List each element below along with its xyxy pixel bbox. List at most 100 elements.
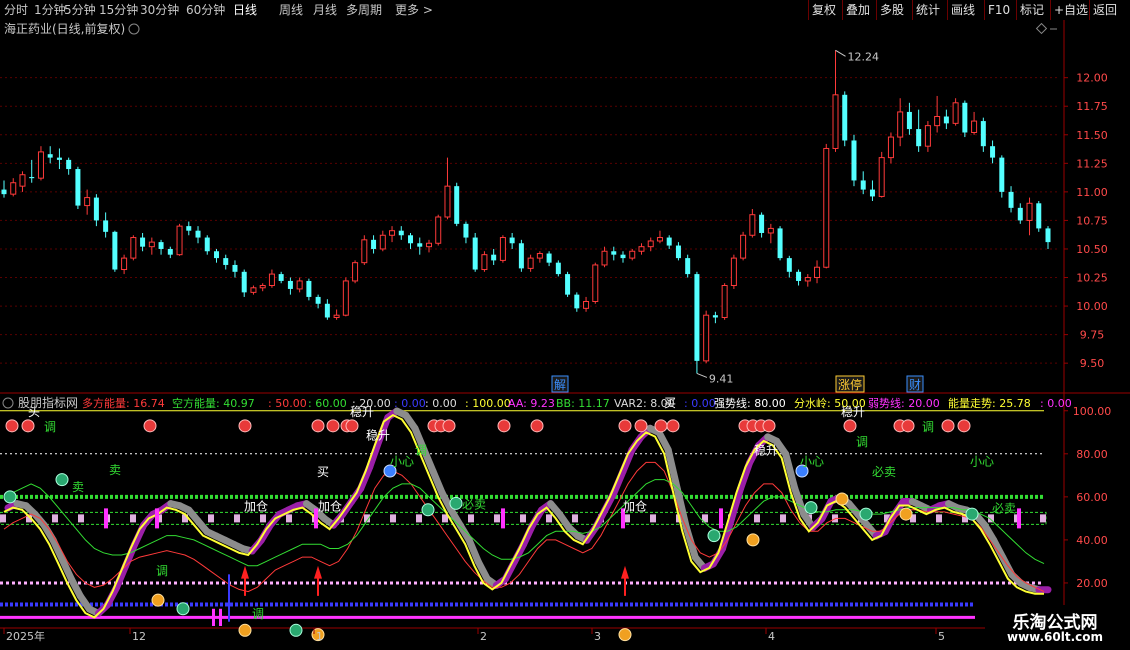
signal-red-icon: [654, 419, 668, 433]
indicator-annotation: 卖: [72, 480, 84, 494]
period-tab-10[interactable]: 更多 >: [395, 2, 433, 18]
period-tab-1[interactable]: 1分钟: [34, 2, 66, 18]
candle-body-down: [759, 214, 765, 233]
indicator-tick-label: 20.00: [1076, 577, 1108, 590]
signal-red-icon: [901, 419, 915, 433]
signal-red-icon: [666, 419, 680, 433]
period-tab-2[interactable]: 5分钟: [64, 2, 96, 18]
candle-body-down: [223, 258, 229, 265]
candle-body-up: [897, 111, 904, 138]
event-tag-label: 解: [554, 378, 566, 392]
candle-body-up: [342, 280, 349, 316]
toolbar-separator: [947, 0, 948, 20]
date-label: 2: [480, 630, 487, 643]
indicator-annotation: 调: [415, 444, 427, 458]
candle-body-down: [860, 180, 866, 190]
price-tick-label: 11.50: [1076, 129, 1108, 142]
candle-body-up: [444, 185, 451, 218]
period-tab-8[interactable]: 月线: [313, 2, 337, 18]
signal-red-icon: [345, 419, 359, 433]
candle-body-up: [703, 314, 710, 362]
watershed-marker-bar: [719, 508, 723, 529]
signal-red-icon: [762, 419, 776, 433]
toolbar-separator: [876, 0, 877, 20]
period-tab-6[interactable]: 日线: [233, 2, 257, 18]
candle-body-up: [814, 266, 821, 279]
indicator-readout: 强势线: 80.00: [714, 396, 786, 410]
candle-body-up: [536, 253, 543, 259]
price-tick-label: 10.50: [1076, 243, 1108, 256]
period-tab-0[interactable]: 分时: [4, 2, 28, 18]
indicator-annotation: 调: [856, 435, 868, 449]
candle-body-down: [796, 271, 802, 281]
indicator-annotation: 卖: [109, 463, 121, 477]
candle-body-up: [130, 237, 137, 259]
candle-body-down: [112, 231, 118, 270]
candle-body-up: [499, 237, 506, 261]
toolbar-button-8[interactable]: 返回: [1093, 2, 1117, 18]
watershed-marker-bar: [501, 508, 505, 529]
candle-body-up: [804, 277, 811, 282]
candle-body-down: [990, 146, 996, 158]
indicator-readout: : 50.00: [268, 397, 307, 410]
price-tick-label: 11.75: [1076, 100, 1108, 113]
indicator-tick-label: 60.00: [1076, 491, 1108, 504]
indicator-readout: 能量走势: 25.78: [948, 396, 1031, 410]
candle-body-up: [629, 250, 636, 259]
signal-red-icon: [21, 419, 35, 433]
period-tab-9[interactable]: 多周期: [346, 2, 382, 18]
candle-body-down: [167, 248, 173, 255]
period-tab-3[interactable]: 15分钟: [99, 2, 138, 18]
period-tab-4[interactable]: 30分钟: [140, 2, 179, 18]
indicator-annotation: 加仓: [623, 499, 647, 513]
candle-body-down: [454, 186, 460, 224]
price-tick-label: 9.75: [1080, 329, 1105, 342]
toolbar-button-1[interactable]: 叠加: [846, 2, 870, 18]
price-tick-label: 10.00: [1076, 300, 1108, 313]
candle-body-up: [601, 250, 608, 266]
watershed-marker-bar: [155, 508, 159, 529]
period-tab-7[interactable]: 周线: [279, 2, 303, 18]
period-tab-5[interactable]: 60分钟: [186, 2, 225, 18]
toolbar-button-4[interactable]: 画线: [951, 2, 975, 18]
signal-red-icon: [238, 419, 252, 433]
magenta-marker-bar: [212, 608, 215, 626]
low-label: 9.41: [709, 372, 734, 385]
indicator-annotation: 加仓: [244, 499, 268, 513]
signal-red-icon: [326, 419, 340, 433]
candle-body-down: [315, 296, 321, 304]
price-tick-label: 9.50: [1080, 357, 1105, 370]
candle-body-down: [324, 303, 330, 318]
candle-body-up: [121, 257, 128, 271]
signal-orange-icon: [618, 628, 632, 642]
indicator-annotation: 调: [252, 607, 264, 621]
candle-body-up: [740, 234, 747, 259]
signal-red-icon: [957, 419, 971, 433]
candle-body-up: [10, 182, 17, 195]
toolbar-button-7[interactable]: +自选: [1054, 2, 1088, 18]
toolbar-button-2[interactable]: 多股: [880, 2, 904, 18]
date-label: 2025年: [6, 629, 45, 643]
indicator-tick-label: 100.00: [1073, 405, 1112, 418]
candle-body-up: [259, 285, 266, 289]
indicator-readout: : 0.00: [1040, 397, 1072, 410]
candle-body-down: [712, 315, 718, 318]
candle-body-down: [980, 121, 986, 147]
toolbar-button-0[interactable]: 复权: [812, 2, 836, 18]
candle-body-down: [371, 239, 377, 249]
toolbar-button-5[interactable]: F10: [988, 2, 1010, 18]
candle-body-down: [546, 253, 552, 263]
candle-body-down: [186, 226, 192, 231]
toolbar-separator: [842, 0, 843, 20]
toolbar-button-6[interactable]: 标记: [1020, 2, 1044, 18]
candle-body-down: [786, 258, 792, 272]
toolbar-button-3[interactable]: 统计: [916, 2, 940, 18]
candle-body-down: [75, 169, 81, 206]
candle-body-up: [647, 240, 654, 248]
candle-body-down: [241, 271, 247, 293]
candle-body-down: [417, 243, 423, 247]
candle-body-down: [56, 157, 62, 160]
signal-orange-icon: [238, 623, 252, 637]
candle-body-down: [195, 230, 201, 238]
indicator-readout: : 100.00: [465, 397, 511, 410]
